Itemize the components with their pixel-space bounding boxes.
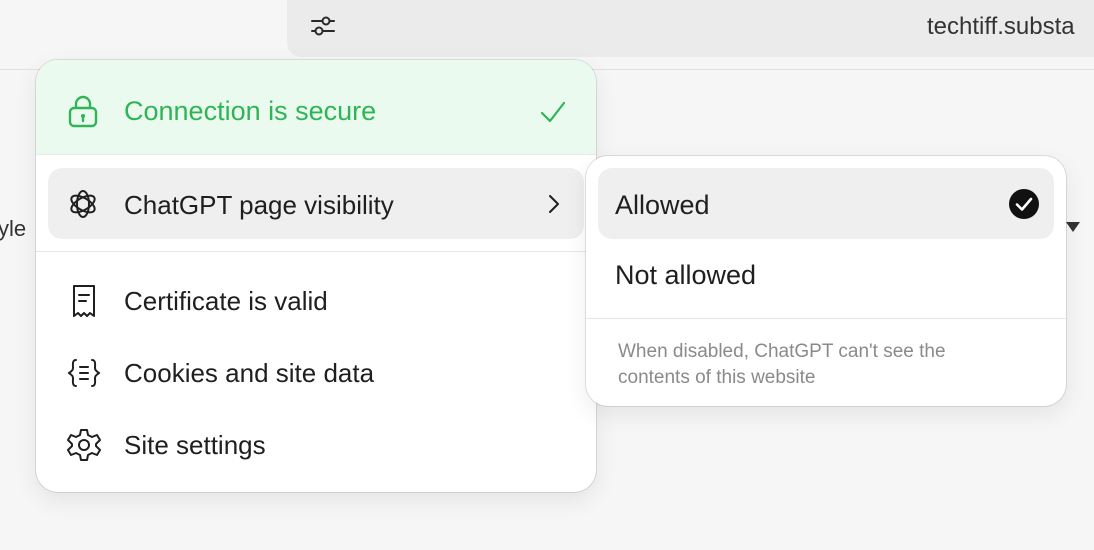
cookies-label: Cookies and site data <box>124 358 375 388</box>
visibility-note: When disabled, ChatGPT can't see the con… <box>618 341 946 388</box>
address-bar[interactable]: techtiff.substa <box>287 0 1094 57</box>
certificate-item[interactable]: Certificate is valid <box>48 271 584 331</box>
cookies-item[interactable]: Cookies and site data <box>48 343 584 403</box>
check-icon <box>539 98 567 126</box>
cookies-icon <box>66 355 102 391</box>
chatgpt-icon <box>66 187 100 221</box>
option-allowed[interactable]: Allowed <box>598 168 1054 239</box>
check-circle-icon <box>1008 188 1040 220</box>
option-not-allowed-label: Not allowed <box>615 260 757 290</box>
chevron-right-icon <box>542 191 566 217</box>
tune-icon[interactable] <box>309 12 337 40</box>
site-settings-label: Site settings <box>124 430 266 460</box>
site-info-panel: Connection is secure ChatGPT page visibi… <box>36 60 596 492</box>
connection-secure-row[interactable]: Connection is secure <box>36 60 596 155</box>
chatgpt-visibility-item[interactable]: ChatGPT page visibility <box>48 168 584 239</box>
option-allowed-label: Allowed <box>615 190 710 220</box>
chatgpt-visibility-submenu: Allowed Not allowed When disabled, ChatG… <box>586 156 1066 406</box>
menu-divider <box>36 251 596 252</box>
url-text[interactable]: techtiff.substa <box>927 13 1075 41</box>
certificate-icon <box>66 283 102 319</box>
connection-secure-label: Connection is secure <box>124 96 377 126</box>
chatgpt-visibility-label: ChatGPT page visibility <box>124 190 394 220</box>
gear-icon <box>66 427 102 463</box>
lock-icon <box>66 94 100 128</box>
site-settings-item[interactable]: Site settings <box>48 415 584 475</box>
submenu-divider <box>586 318 1066 319</box>
option-not-allowed[interactable]: Not allowed <box>598 238 1054 309</box>
caret-down-icon <box>1066 222 1080 232</box>
certificate-label: Certificate is valid <box>124 286 328 316</box>
background-page-text: yle <box>0 216 27 241</box>
